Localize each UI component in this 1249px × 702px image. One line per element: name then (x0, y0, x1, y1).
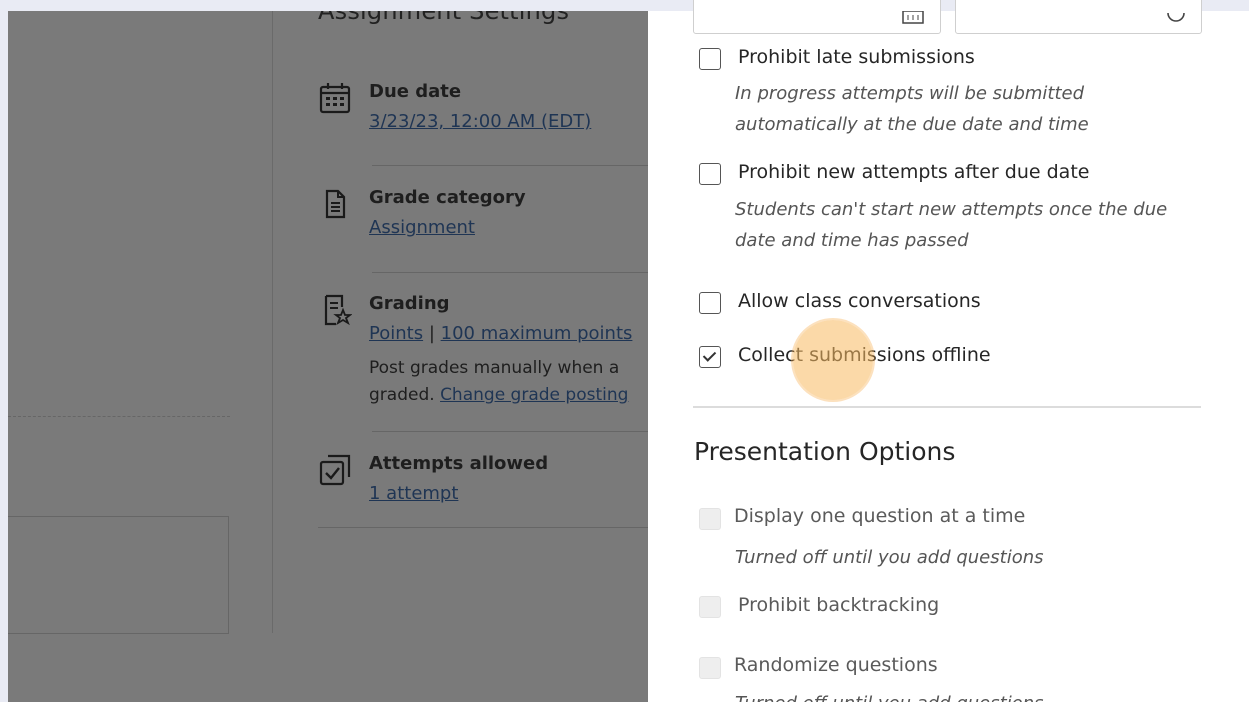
grading-post-note: Post grades manually when a (369, 358, 620, 378)
prohibit-new-attempts-checkbox[interactable] (699, 163, 721, 185)
display-one-question-help: Turned off until you add questions (735, 547, 1044, 568)
calendar-picker-icon[interactable] (902, 11, 924, 25)
dashed-divider (8, 416, 230, 417)
presentation-options-heading: Presentation Options (694, 437, 956, 466)
points-link[interactable]: Points (369, 323, 423, 344)
pipe-separator: | (428, 323, 435, 344)
prohibit-new-attempts-label: Prohibit new attempts after due date (738, 161, 1090, 183)
prohibit-backtracking-checkbox[interactable] (699, 596, 721, 618)
prohibit-backtracking-label: Prohibit backtracking (738, 594, 940, 616)
background-page-overlay: Assignment Settings Due date 3/23/23, 12… (8, 11, 648, 702)
attempts-checkbox-icon (318, 453, 352, 487)
change-grade-posting-link[interactable]: Change grade posting (440, 385, 628, 405)
randomize-questions-help: Turned off until you add questions (735, 688, 1044, 702)
document-icon (318, 187, 352, 221)
attempts-link[interactable]: 1 attempt (369, 483, 458, 504)
due-date-link[interactable]: 3/23/23, 12:00 AM (EDT) (369, 111, 591, 132)
display-one-question-checkbox[interactable] (699, 508, 721, 530)
due-time-input[interactable] (955, 0, 1202, 34)
settings-separator (372, 165, 648, 166)
content-box (8, 516, 229, 634)
collect-submissions-offline-checkbox[interactable] (699, 346, 721, 368)
prohibit-late-help-2: automatically at the due date and time (735, 114, 1089, 135)
grade-category-label: Grade category (369, 187, 526, 208)
collect-submissions-offline-label: Collect submissions offline (738, 344, 991, 366)
prohibit-late-submissions-checkbox[interactable] (699, 48, 721, 70)
due-date-label: Due date (369, 81, 462, 102)
prohibit-late-submissions-label: Prohibit late submissions (738, 46, 975, 68)
clock-icon[interactable] (1167, 9, 1185, 23)
settings-separator (318, 527, 648, 528)
allow-class-conversations-checkbox[interactable] (699, 292, 721, 314)
column-divider (272, 11, 273, 633)
grading-label: Grading (369, 293, 450, 314)
section-divider (693, 406, 1201, 408)
settings-separator (372, 431, 648, 432)
attempts-allowed-label: Attempts allowed (369, 453, 549, 474)
calendar-icon (318, 81, 352, 115)
settings-panel: Prohibit late submissions In progress at… (648, 0, 1249, 702)
grading-links: Points | 100 maximum points (369, 323, 632, 344)
settings-separator (372, 272, 648, 273)
max-points-link[interactable]: 100 maximum points (441, 323, 633, 344)
prohibit-late-help-1: In progress attempts will be submitted (735, 83, 1085, 104)
display-one-question-label: Display one question at a time (734, 505, 1026, 527)
grading-star-icon (318, 293, 353, 327)
randomize-questions-label: Randomize questions (734, 654, 938, 676)
grading-note-line: graded. Change grade posting (369, 385, 628, 405)
allow-class-conversations-label: Allow class conversations (738, 290, 981, 312)
graded-text: graded. (369, 385, 435, 405)
grade-category-link[interactable]: Assignment (369, 217, 475, 238)
prohibit-new-attempts-help-2: date and time has passed (735, 230, 969, 251)
due-date-input[interactable] (693, 0, 941, 34)
randomize-questions-checkbox[interactable] (699, 657, 721, 679)
prohibit-new-attempts-help-1: Students can't start new attempts once t… (735, 199, 1168, 220)
assignment-settings-title: Assignment Settings (318, 11, 570, 25)
